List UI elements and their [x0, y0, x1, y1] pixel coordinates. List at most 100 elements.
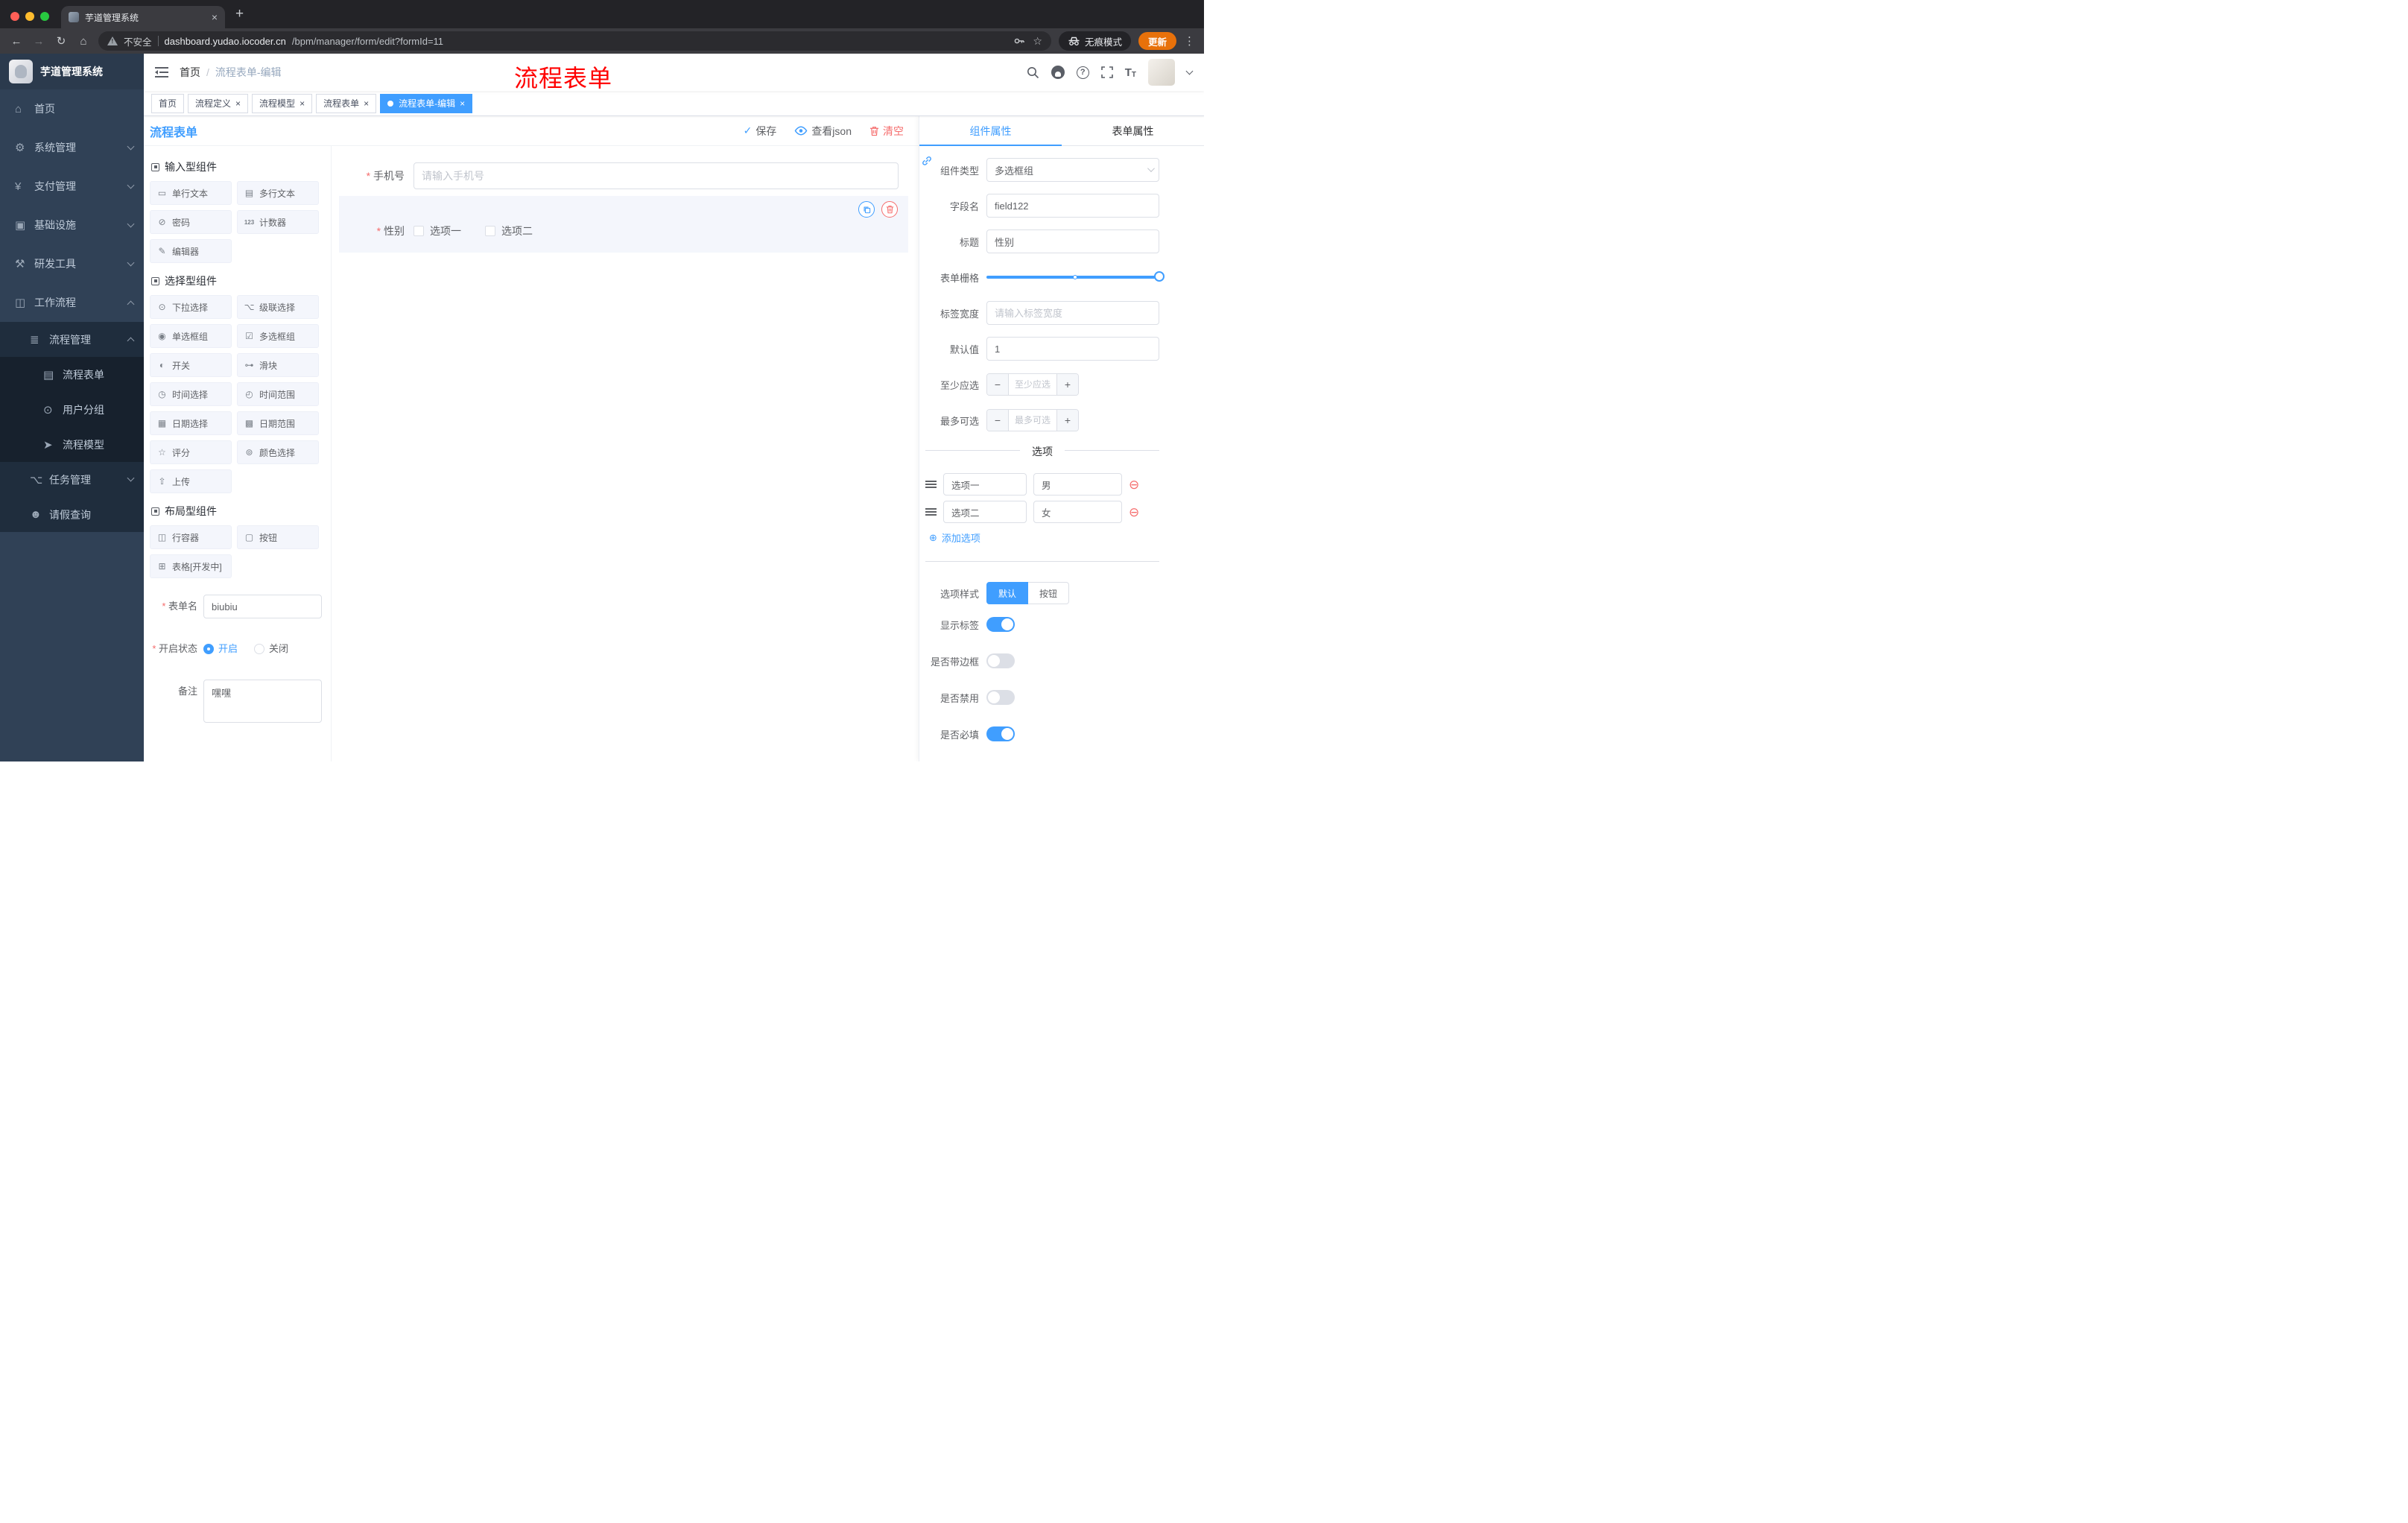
- sidebar-item-process-model[interactable]: ➤ 流程模型: [0, 427, 144, 462]
- sidebar-item-process-management[interactable]: ≣ 流程管理: [0, 322, 144, 357]
- sidebar-item-system-management[interactable]: ⚙ 系统管理: [0, 128, 144, 167]
- max-select-stepper[interactable]: − +: [986, 409, 1079, 431]
- decrease-button[interactable]: −: [987, 410, 1008, 431]
- sidebar-item-task-management[interactable]: ⌥ 任务管理: [0, 462, 144, 497]
- update-button[interactable]: 更新: [1138, 32, 1176, 50]
- label-width-input[interactable]: [986, 301, 1159, 325]
- back-icon[interactable]: ←: [9, 35, 24, 48]
- component-counter[interactable]: 123 计数器: [237, 210, 319, 234]
- close-icon[interactable]: ×: [460, 98, 465, 109]
- disabled-toggle[interactable]: [986, 690, 1015, 705]
- remark-textarea[interactable]: 嘿嘿: [203, 680, 322, 723]
- status-on-radio[interactable]: 开启: [203, 637, 238, 661]
- tab-component-props[interactable]: 组件属性: [919, 116, 1062, 146]
- clear-button[interactable]: 清空: [869, 124, 904, 139]
- close-window-button[interactable]: [10, 12, 19, 21]
- tab-form-props[interactable]: 表单属性: [1062, 116, 1204, 145]
- sidebar-item-infrastructure[interactable]: ▣ 基础设施: [0, 206, 144, 244]
- close-icon[interactable]: ×: [300, 98, 305, 109]
- min-select-input[interactable]: [1009, 374, 1056, 395]
- border-toggle[interactable]: [986, 653, 1015, 668]
- browser-home-icon[interactable]: ⌂: [76, 35, 91, 48]
- close-icon[interactable]: ×: [235, 98, 241, 109]
- link-icon[interactable]: [921, 155, 933, 171]
- sidebar-item-workflow[interactable]: ◫ 工作流程: [0, 283, 144, 322]
- required-toggle[interactable]: [986, 726, 1015, 741]
- delete-component-button[interactable]: [881, 201, 898, 218]
- component-upload[interactable]: ⇧ 上传: [150, 469, 232, 493]
- avatar-caret-icon[interactable]: [1185, 67, 1194, 75]
- address-bar[interactable]: 不安全 dashboard.yudao.iocoder.cn/bpm/manag…: [98, 31, 1051, 51]
- component-password[interactable]: ⊘ 密码: [150, 210, 232, 234]
- component-single-text[interactable]: ▭ 单行文本: [150, 181, 232, 205]
- increase-button[interactable]: +: [1057, 410, 1078, 431]
- component-row-container[interactable]: ◫ 行容器: [150, 525, 232, 549]
- reload-icon[interactable]: ↻: [54, 34, 69, 48]
- component-radio-group[interactable]: ◉ 单选框组: [150, 324, 232, 348]
- component-checkbox-group[interactable]: ☑ 多选框组: [237, 324, 319, 348]
- component-date-range[interactable]: ▩ 日期范围: [237, 411, 319, 435]
- close-icon[interactable]: ×: [364, 98, 369, 109]
- gender-field-block-selected[interactable]: 性别 选项一 选项二: [339, 196, 908, 253]
- avatar[interactable]: [1148, 59, 1175, 86]
- form-canvas[interactable]: 手机号: [332, 146, 919, 762]
- new-tab-button[interactable]: +: [235, 6, 244, 22]
- key-icon[interactable]: [1013, 36, 1025, 46]
- browser-menu-icon[interactable]: ⋮: [1184, 34, 1195, 48]
- form-grid-slider[interactable]: [986, 265, 1165, 289]
- tab-close-icon[interactable]: ×: [212, 11, 218, 23]
- copy-component-button[interactable]: [858, 201, 875, 218]
- component-time-range[interactable]: ◴ 时间范围: [237, 382, 319, 406]
- option1-label-input[interactable]: [943, 473, 1027, 495]
- component-button[interactable]: ▢ 按钮: [237, 525, 319, 549]
- component-date-picker[interactable]: ▦ 日期选择: [150, 411, 232, 435]
- browser-tab[interactable]: 芋道管理系统 ×: [61, 6, 225, 28]
- sidebar-item-user-group[interactable]: ⊙ 用户分组: [0, 392, 144, 427]
- save-button[interactable]: ✓ 保存: [744, 124, 777, 139]
- github-icon[interactable]: [1051, 66, 1065, 79]
- sidebar-item-process-form[interactable]: ▤ 流程表单: [0, 357, 144, 392]
- remove-option-icon[interactable]: ⊖: [1129, 506, 1139, 519]
- component-time-picker[interactable]: ◷ 时间选择: [150, 382, 232, 406]
- app-logo-row[interactable]: 芋道管理系统: [0, 54, 144, 89]
- remove-option-icon[interactable]: ⊖: [1129, 478, 1139, 491]
- title-input[interactable]: [986, 229, 1159, 253]
- minimize-window-button[interactable]: [25, 12, 34, 21]
- component-editor[interactable]: ✎ 编辑器: [150, 239, 232, 263]
- style-button-button[interactable]: 按钮: [1028, 582, 1070, 604]
- increase-button[interactable]: +: [1057, 374, 1078, 395]
- max-select-input[interactable]: [1009, 410, 1056, 431]
- option2-value-input[interactable]: [1033, 501, 1122, 523]
- component-color-picker[interactable]: ⊚ 颜色选择: [237, 440, 319, 464]
- fullscreen-icon[interactable]: [1100, 66, 1113, 78]
- font-size-icon[interactable]: TT: [1125, 66, 1136, 79]
- component-rate[interactable]: ☆ 评分: [150, 440, 232, 464]
- component-switch[interactable]: ◐ 开关: [150, 353, 232, 377]
- security-warning-icon[interactable]: [107, 37, 118, 45]
- gender-option1-checkbox[interactable]: 选项一: [414, 224, 461, 238]
- slider-handle[interactable]: [1154, 271, 1165, 282]
- tag-home[interactable]: 首页: [151, 93, 185, 113]
- tag-process-form-edit[interactable]: 流程表单-编辑 ×: [380, 93, 473, 113]
- gender-option2-checkbox[interactable]: 选项二: [485, 224, 533, 238]
- sidebar-item-devtools[interactable]: ⚒ 研发工具: [0, 244, 144, 283]
- phone-input[interactable]: [414, 162, 899, 189]
- tag-process-form[interactable]: 流程表单 ×: [316, 93, 377, 113]
- sidebar-item-payment-management[interactable]: ¥ 支付管理: [0, 167, 144, 206]
- decrease-button[interactable]: −: [987, 374, 1008, 395]
- tag-process-model[interactable]: 流程模型 ×: [252, 93, 313, 113]
- search-icon[interactable]: [1027, 66, 1039, 79]
- min-select-stepper[interactable]: − +: [986, 373, 1079, 396]
- component-dropdown[interactable]: ⊙ 下拉选择: [150, 295, 232, 319]
- sidebar-item-leave-query[interactable]: ☻ 请假查询: [0, 497, 144, 532]
- field-name-input[interactable]: [986, 194, 1159, 218]
- component-cascader[interactable]: ⌥ 级联选择: [237, 295, 319, 319]
- window-controls[interactable]: [10, 12, 49, 21]
- add-option-button[interactable]: ⊕ 添加选项: [929, 531, 1159, 545]
- drag-handle-icon[interactable]: [925, 481, 937, 488]
- option2-label-input[interactable]: [943, 501, 1027, 523]
- option1-value-input[interactable]: [1033, 473, 1122, 495]
- help-icon[interactable]: ?: [1076, 66, 1089, 79]
- view-json-button[interactable]: 查看json: [794, 124, 852, 139]
- component-slider[interactable]: ⊶ 滑块: [237, 353, 319, 377]
